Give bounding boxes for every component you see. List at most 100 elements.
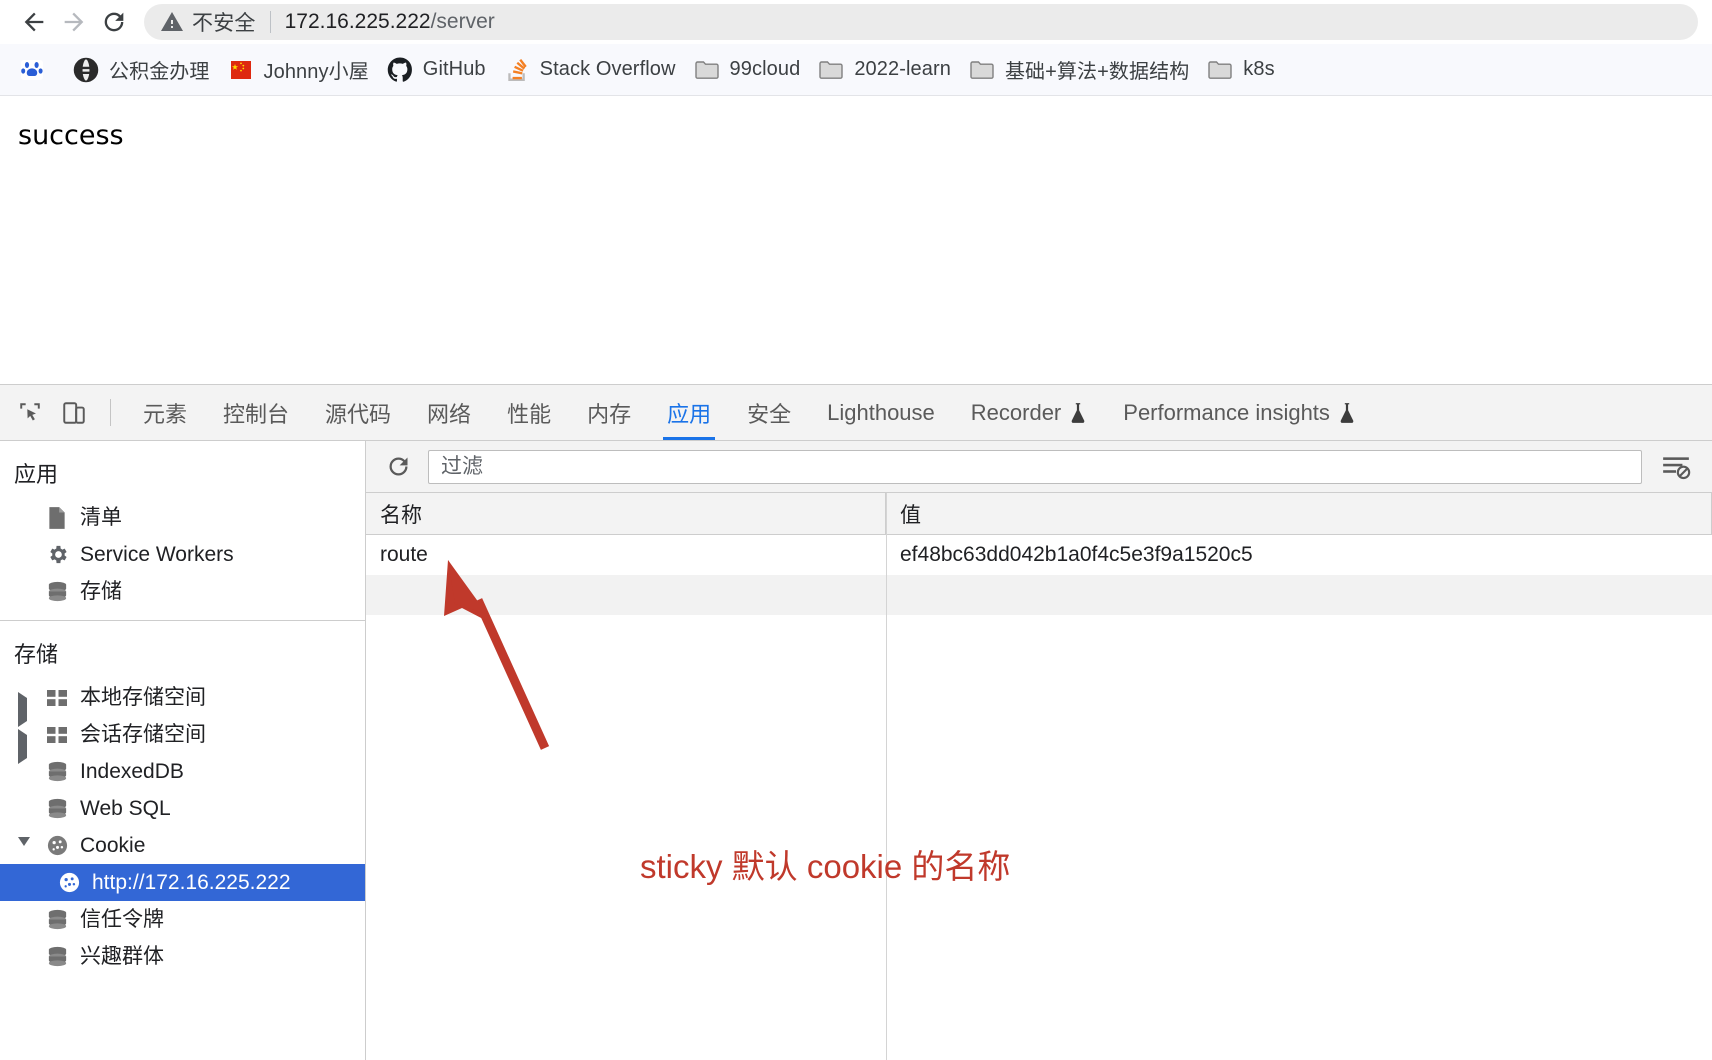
url-text: 172.16.225.222/server: [285, 10, 495, 34]
tab-memory[interactable]: 内存: [569, 385, 649, 440]
tab-security[interactable]: 安全: [729, 385, 809, 440]
cookie-icon: [56, 871, 82, 894]
bookmarks-bar: 公积金办理 Johnny小屋 GitHub Stack Overflow 99c…: [0, 44, 1712, 96]
sidebar-item-cookie-origin[interactable]: http://172.16.225.222: [0, 864, 365, 901]
clear-all-cookies-button[interactable]: [1650, 454, 1702, 480]
column-header-name[interactable]: 名称: [366, 493, 886, 534]
sidebar-item-label: 兴趣群体: [80, 945, 164, 968]
refresh-cookies-button[interactable]: [376, 445, 420, 489]
url-host: 172.16.225.222: [284, 10, 431, 33]
refresh-icon: [389, 457, 407, 476]
bookmark-github[interactable]: GitHub: [378, 51, 495, 89]
cookie-panel: 名称 值 route ef48bc63dd042b1a0f4c5e3f9a152…: [366, 441, 1712, 1060]
tab-label: 安全: [747, 401, 792, 427]
cell-cookie-name: route: [380, 543, 428, 566]
sidebar-item-web-sql[interactable]: Web SQL: [0, 790, 365, 827]
sidebar-item-cookie[interactable]: Cookie: [0, 827, 365, 869]
flask-icon: [1069, 402, 1087, 424]
tab-label: 内存: [587, 401, 632, 427]
tab-label: 控制台: [223, 401, 290, 427]
tab-label: Recorder: [970, 399, 1062, 425]
tab-recorder[interactable]: Recorder: [953, 385, 1105, 440]
devtools-body: 应用 清单 Service Workers 存储 存储 本地存储空间 会话存储空…: [0, 441, 1712, 1060]
device-toolbar-button[interactable]: [52, 385, 96, 440]
bookmark-label: k8s: [1243, 58, 1275, 80]
sidebar-item-label: 本地存储空间: [80, 686, 206, 709]
tab-console[interactable]: 控制台: [205, 385, 307, 440]
filter-input[interactable]: [439, 453, 1631, 480]
sidebar-item-label: 清单: [80, 506, 122, 529]
tab-performance-insights[interactable]: Performance insights: [1105, 385, 1374, 440]
column-resizer[interactable]: [886, 493, 887, 1060]
bookmark-stackoverflow[interactable]: Stack Overflow: [495, 51, 685, 89]
tab-performance[interactable]: 性能: [489, 385, 569, 440]
sidebar-item-label: Service Workers: [80, 543, 234, 566]
tab-label: 网络: [427, 401, 472, 427]
devtools-panel: 元素 控制台 源代码 网络 性能 内存 应用 安全 Lighthouse Rec…: [0, 384, 1712, 1060]
sidebar-item-trust-tokens[interactable]: 信任令牌: [0, 901, 365, 938]
sidebar-item-session-storage[interactable]: 会话存储空间: [0, 716, 365, 764]
bookmark-2022-learn[interactable]: 2022-learn: [809, 51, 960, 89]
reload-icon: [104, 12, 124, 32]
database-icon: [44, 760, 70, 783]
bookmark-gongjijin[interactable]: 公积金办理: [64, 51, 219, 89]
tab-sources[interactable]: 源代码: [307, 385, 409, 440]
folder-icon: [818, 57, 844, 83]
sidebar-item-indexeddb[interactable]: IndexedDB: [0, 753, 365, 790]
tab-label: 性能: [507, 401, 552, 427]
tab-application[interactable]: 应用: [649, 385, 729, 440]
table-empty-area: [366, 615, 1712, 1060]
omnibox-separator: [269, 11, 271, 33]
clear-cookies-icon: [1663, 456, 1691, 479]
tab-label: 元素: [143, 401, 188, 427]
application-sidebar: 应用 清单 Service Workers 存储 存储 本地存储空间 会话存储空…: [0, 441, 366, 1060]
database-icon: [44, 580, 70, 603]
tab-lighthouse[interactable]: Lighthouse: [809, 385, 953, 440]
url-path: /server: [430, 10, 495, 33]
forward-button[interactable]: [54, 2, 94, 42]
tab-network[interactable]: 网络: [409, 385, 489, 440]
bookmark-label: GitHub: [422, 58, 486, 80]
table-row[interactable]: route ef48bc63dd042b1a0f4c5e3f9a1520c5: [366, 535, 1712, 575]
inspect-element-button[interactable]: [8, 385, 52, 440]
back-button[interactable]: [14, 2, 54, 42]
sidebar-item-manifest[interactable]: 清单: [0, 499, 365, 536]
sidebar-item-service-workers[interactable]: Service Workers: [0, 536, 365, 573]
browser-window: 不安全 172.16.225.222/server 公积金办理 Johnny小屋…: [0, 0, 1712, 1060]
sidebar-item-label: Web SQL: [80, 797, 171, 820]
sidebar-item-label: http://172.16.225.222: [92, 871, 291, 894]
device-toolbar-icon: [63, 401, 85, 424]
cookie-icon: [44, 834, 70, 857]
security-status-text: 不安全: [192, 12, 256, 35]
tab-elements[interactable]: 元素: [125, 385, 205, 440]
tab-label: Lighthouse: [827, 399, 935, 425]
sidebar-item-interest-groups[interactable]: 兴趣群体: [0, 938, 365, 975]
sidebar-item-label: 存储: [80, 580, 122, 603]
devtools-tabbar: 元素 控制台 源代码 网络 性能 内存 应用 安全 Lighthouse Rec…: [0, 385, 1712, 441]
reload-button[interactable]: [94, 2, 134, 42]
sidebar-section-application-title: 应用: [14, 462, 59, 487]
sidebar-item-label: 信任令牌: [80, 908, 164, 931]
tab-label: 应用: [667, 401, 712, 427]
folder-icon: [969, 57, 995, 83]
bookmark-johnny[interactable]: Johnny小屋: [219, 51, 378, 89]
flag-cn-icon: [228, 57, 254, 83]
gear-icon: [44, 543, 70, 566]
folder-icon: [1207, 57, 1233, 83]
cell-empty-value: [886, 575, 1712, 615]
omnibox[interactable]: 不安全 172.16.225.222/server: [144, 4, 1698, 40]
sidebar-item-local-storage[interactable]: 本地存储空间: [0, 679, 365, 727]
sidebar-item-label: 会话存储空间: [80, 723, 206, 746]
back-arrow-icon: [24, 12, 44, 32]
database-icon: [44, 797, 70, 820]
sidebar-item-storage[interactable]: 存储: [0, 573, 365, 610]
cookie-toolbar: [366, 441, 1712, 493]
table-row-empty[interactable]: [366, 575, 1712, 615]
filter-box[interactable]: [428, 449, 1642, 484]
bookmark-k8s[interactable]: k8s: [1198, 51, 1283, 89]
table-icon: [44, 726, 70, 744]
bookmark-99cloud[interactable]: 99cloud: [685, 51, 810, 89]
bookmark-baidu[interactable]: [10, 51, 64, 89]
bookmark-jichu-suanfa-shujujiegou[interactable]: 基础+算法+数据结构: [960, 51, 1198, 89]
column-header-value[interactable]: 值: [886, 493, 1712, 534]
